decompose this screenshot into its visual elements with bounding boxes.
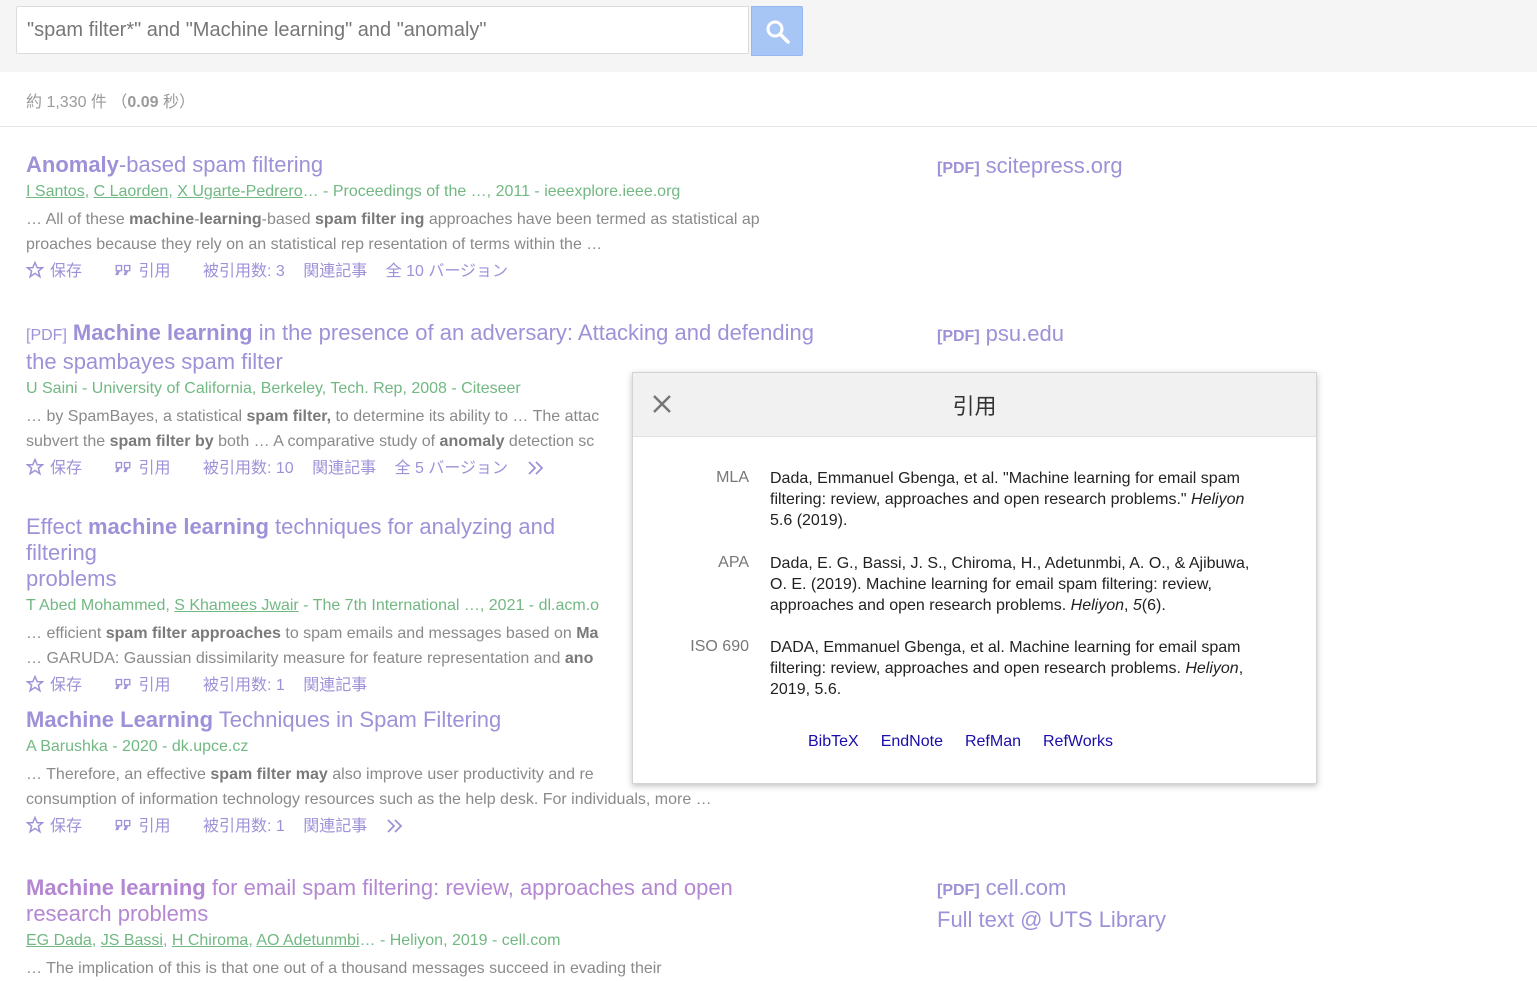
cite-button[interactable]: 引用	[114, 816, 184, 838]
star-icon	[25, 457, 45, 476]
all-versions-link[interactable]: 全 5 バージョン	[395, 458, 508, 480]
cite-dialog-title: 引用	[952, 394, 997, 419]
more-icon[interactable]	[527, 458, 555, 480]
result-item: Machine learning for email spam filterin…	[26, 875, 846, 981]
pdf-link[interactable]: [PDF] psu.edu	[937, 321, 1064, 350]
cite-button[interactable]: 引用	[114, 675, 184, 697]
result-count: 約 1,330 件 （0.09 秒）	[26, 94, 195, 111]
result-authors: EG Dada, JS Bassi, H Chiroma, AO Adetunm…	[26, 932, 561, 949]
author-link[interactable]: S Khamees Jwair	[174, 597, 299, 614]
citation-style-label: MLA	[716, 469, 749, 486]
related-articles-link[interactable]: 関連記事	[312, 458, 376, 480]
author-link[interactable]: C Laorden	[94, 183, 169, 200]
citation-text[interactable]: DADA, Emmanuel Gbenga, et al. Machine le…	[770, 637, 1270, 700]
save-button[interactable]: 保存	[25, 815, 96, 838]
result-title-link[interactable]: Machine learning for email spam filterin…	[26, 875, 766, 927]
cited-by-link[interactable]: 被引用数: 3	[203, 261, 285, 283]
related-articles-link[interactable]: 関連記事	[303, 816, 367, 838]
save-button[interactable]: 保存	[25, 457, 96, 480]
export-refworks-link[interactable]: RefWorks	[1043, 733, 1113, 750]
author-link[interactable]: JS Bassi	[101, 932, 163, 949]
pdf-link[interactable]: [PDF] scitepress.org	[937, 153, 1123, 182]
save-button[interactable]: 保存	[25, 260, 96, 283]
cite-button[interactable]: 引用	[114, 261, 184, 283]
star-icon	[25, 260, 45, 279]
quote-icon	[115, 462, 131, 473]
result-authors: I Santos, C Laorden, X Ugarte-Pedrero… -…	[26, 183, 681, 200]
result-authors: T Abed Mohammed, S Khamees Jwair - The 7…	[26, 597, 600, 614]
search-icon	[766, 20, 790, 44]
cite-dialog-header: 引用	[633, 373, 1316, 437]
result-title-link[interactable]: [PDF] Machine learning in the presence of…	[26, 320, 846, 375]
author-link[interactable]: I Santos	[26, 183, 85, 200]
quote-icon	[115, 820, 131, 831]
star-icon	[25, 815, 45, 834]
author-link[interactable]: AO Adetunmbi	[256, 932, 359, 949]
result-item: Anomaly-based spam filtering I Santos, C…	[25, 152, 846, 283]
save-button[interactable]: 保存	[25, 674, 96, 697]
quote-icon	[115, 679, 131, 690]
quote-icon	[115, 265, 131, 276]
result-title-link[interactable]: Anomaly-based spam filtering	[26, 152, 846, 178]
search-button[interactable]	[751, 6, 803, 56]
cited-by-link[interactable]: 被引用数: 1	[203, 816, 285, 838]
export-endnote-link[interactable]: EndNote	[881, 733, 943, 750]
related-articles-link[interactable]: 関連記事	[303, 261, 367, 283]
export-links: BibTeX EndNote RefMan RefWorks	[808, 733, 1135, 751]
cited-by-link[interactable]: 被引用数: 10	[203, 458, 294, 480]
result-actions: 保存 引用 被引用数: 1 関連記事	[25, 815, 846, 838]
results-stats-bar: 約 1,330 件 （0.09 秒）	[0, 72, 1537, 127]
result-snippet: … The implication of this is that one ou…	[26, 960, 662, 977]
star-icon	[25, 674, 45, 693]
citation-text[interactable]: Dada, Emmanuel Gbenga, et al. "Machine l…	[770, 468, 1270, 531]
author-link[interactable]: X Ugarte-Pedrero	[177, 183, 302, 200]
export-bibtex-link[interactable]: BibTeX	[808, 733, 859, 750]
library-fulltext-link[interactable]: Full text @ UTS Library	[937, 907, 1166, 933]
result-actions: 保存 引用 被引用数: 3 関連記事 全 10 バージョン	[25, 260, 846, 283]
result-title-link[interactable]: Effect machine learning techniques for a…	[26, 514, 632, 592]
related-articles-link[interactable]: 関連記事	[303, 675, 367, 697]
citation-style-label: APA	[718, 554, 749, 571]
author-link[interactable]: H Chiroma	[172, 932, 248, 949]
citation-style-label: ISO 690	[690, 638, 749, 655]
citation-text[interactable]: Dada, E. G., Bassi, J. S., Chiroma, H., …	[770, 553, 1270, 616]
result-snippet: … All of these machine-learning-based sp…	[26, 211, 760, 253]
more-icon[interactable]	[386, 816, 414, 838]
author-link[interactable]: EG Dada	[26, 932, 92, 949]
cite-dialog: 引用 MLA Dada, Emmanuel Gbenga, et al. "Ma…	[632, 372, 1317, 784]
pdf-link[interactable]: [PDF] cell.com	[937, 875, 1066, 904]
result-snippet: … by SpamBayes, a statistical spam filte…	[26, 408, 600, 450]
result-snippet: … efficient spam filter approaches to sp…	[26, 625, 599, 667]
search-input[interactable]	[16, 6, 749, 54]
cite-button[interactable]: 引用	[114, 458, 184, 480]
export-refman-link[interactable]: RefMan	[965, 733, 1021, 750]
all-versions-link[interactable]: 全 10 バージョン	[386, 261, 508, 283]
cited-by-link[interactable]: 被引用数: 1	[203, 675, 285, 697]
